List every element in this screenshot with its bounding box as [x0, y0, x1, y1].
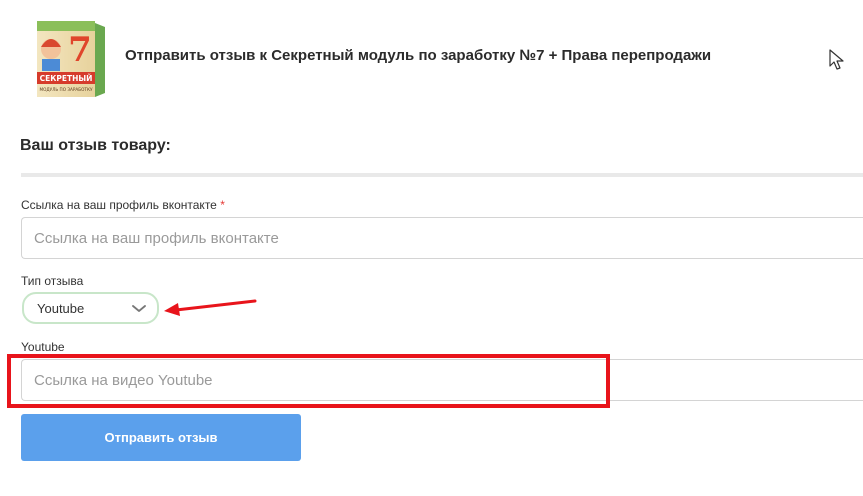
submit-review-button[interactable]: Отправить отзыв [21, 414, 301, 461]
chevron-down-icon [132, 305, 146, 312]
product-thumbnail: 7 СЕКРЕТНЫЙ МОДУЛЬ ПО ЗАРАБОТКУ [37, 21, 105, 97]
vk-profile-label-text: Ссылка на ваш профиль вконтакте [21, 198, 217, 212]
page-title: Отправить отзыв к Секретный модуль по за… [125, 47, 712, 64]
highlight-annotation [7, 354, 610, 408]
vk-profile-label: Ссылка на ваш профиль вконтакте * [21, 198, 225, 212]
review-page: 7 СЕКРЕТНЫЙ МОДУЛЬ ПО ЗАРАБОТКУ Отправит… [0, 0, 863, 496]
youtube-label: Youtube [21, 340, 65, 354]
vk-profile-input[interactable] [21, 217, 863, 259]
review-type-label: Тип отзыва [21, 274, 84, 288]
thumbnail-sublabel: МОДУЛЬ ПО ЗАРАБОТКУ [39, 87, 92, 92]
arrow-left-icon [164, 299, 257, 316]
form-title: Ваш отзыв товару: [20, 137, 171, 154]
cursor-icon [829, 49, 844, 70]
thumbnail-number: 7 [68, 30, 92, 70]
review-type-value: Youtube [37, 301, 85, 316]
review-type-select[interactable]: Youtube [22, 292, 159, 324]
required-mark: * [220, 198, 225, 212]
section-divider [21, 173, 863, 177]
thumbnail-label: СЕКРЕТНЫЙ [40, 74, 93, 83]
